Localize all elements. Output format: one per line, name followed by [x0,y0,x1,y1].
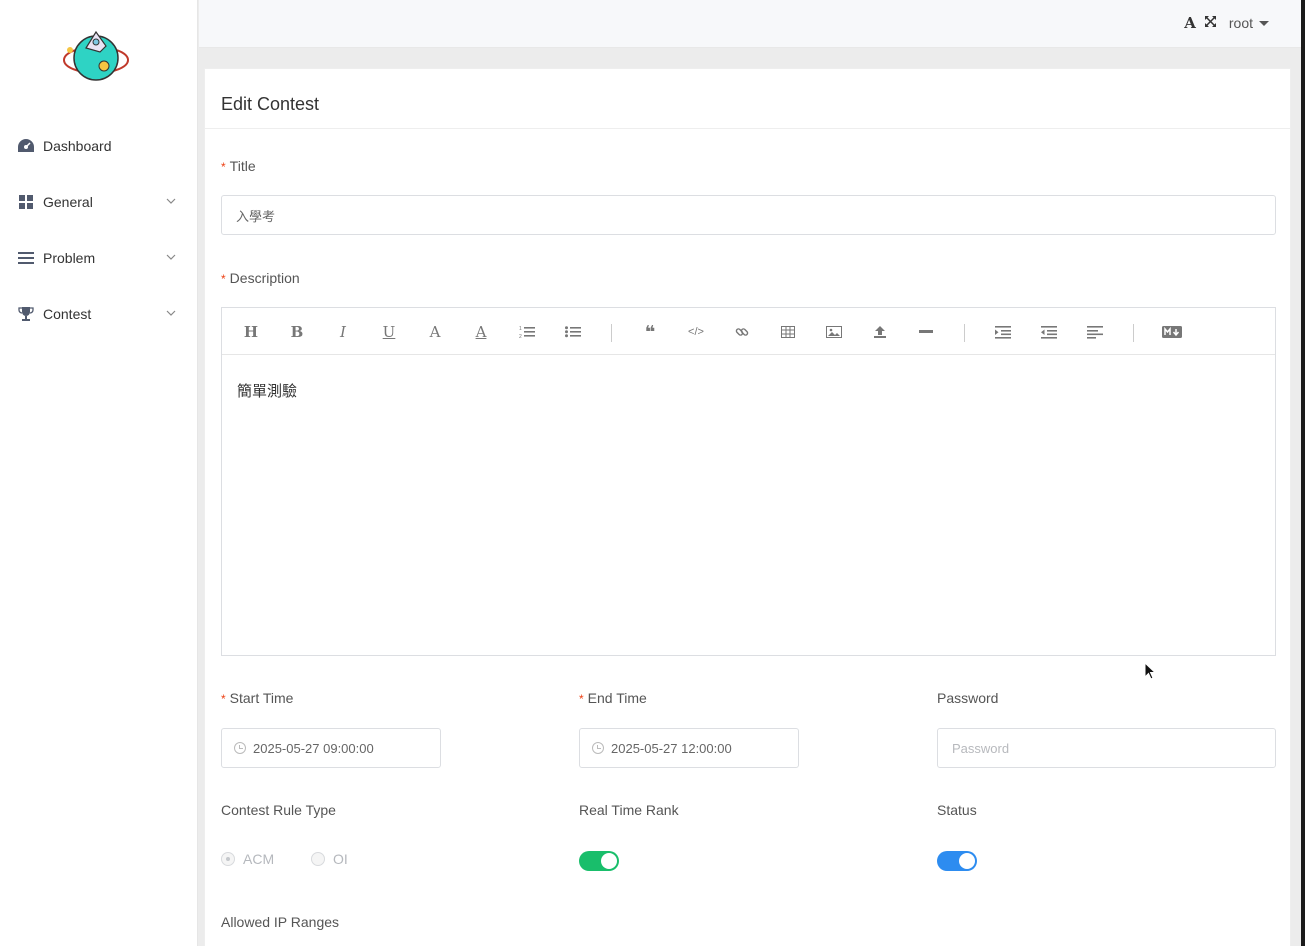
trophy-icon [17,305,35,323]
heading-icon[interactable]: H [241,322,261,342]
sidebar-item-label: Contest [43,306,92,322]
real-time-rank-label: Real Time Rank [579,802,679,818]
real-time-rank-switch[interactable] [579,851,619,871]
ordered-list-icon[interactable]: 12 [517,322,537,342]
edit-contest-card: Edit Contest * Title 入學考 * Description H B… [204,68,1291,946]
unordered-list-icon[interactable] [563,322,583,342]
sidebar-item-contest[interactable]: Contest [0,286,198,342]
header-tools: A root [1184,14,1269,32]
username: root [1228,15,1253,31]
image-icon[interactable] [824,322,844,342]
dashboard-icon [17,137,35,155]
italic-icon[interactable]: I [333,322,353,342]
clock-icon [234,742,246,754]
title-input-value: 入學考 [236,208,276,224]
clock-icon [592,742,604,754]
align-left-icon[interactable] [1085,322,1105,342]
radio-label: ACM [243,851,275,867]
status-label: Status [937,802,977,818]
underline-icon[interactable]: U [379,322,399,342]
grid-icon [17,193,35,211]
font-size-icon[interactable]: A [1184,14,1196,32]
title-divider [205,128,1290,129]
page-title: Edit Contest [221,94,320,114]
window-edge [1301,0,1305,946]
toolbar-separator [1133,324,1134,342]
password-placeholder: Password [952,740,1010,756]
start-time-label: * Start Time [221,690,294,706]
title-label: * Title [221,158,256,174]
required-mark: * [579,692,584,706]
toolbar-separator [964,324,965,342]
toolbar-separator [611,324,612,342]
caret-down-icon [1259,20,1269,26]
end-time-picker[interactable]: 2025-05-27 12:00:00 [579,728,799,768]
chevron-down-icon [166,254,176,260]
radio-unchecked-icon [311,852,325,866]
radio-label: OI [333,851,348,867]
sidebar-item-problem[interactable]: Problem [0,230,198,286]
chevron-down-icon [166,310,176,316]
start-time-value: 2025-05-27 09:00:00 [253,740,374,756]
end-time-label: * End Time [579,690,647,706]
sidebar-item-label: Dashboard [43,138,112,154]
markdown-icon[interactable] [1162,322,1182,342]
editor-content: 簡單測驗 [237,383,298,400]
description-editor[interactable]: H B I U A A 12 ❝ </> 簡單測驗 [221,307,1276,656]
sidebar-item-label: General [43,194,93,210]
allowed-ip-label: Allowed IP Ranges [221,914,340,930]
upload-icon[interactable] [870,322,890,342]
menu-list-icon [17,249,35,267]
indent-icon[interactable] [993,322,1013,342]
quote-icon[interactable]: ❝ [640,322,660,342]
horizontal-rule-icon[interactable] [916,322,936,342]
description-label: * Description [221,270,300,286]
radio-acm[interactable]: ACM [221,851,274,867]
password-label: Password [937,690,999,706]
title-input[interactable]: 入學考 [221,195,1276,235]
table-icon[interactable] [778,322,798,342]
font-color-icon[interactable]: A [425,322,445,342]
required-mark: * [221,160,226,174]
background-color-icon[interactable]: A [471,322,491,342]
status-switch[interactable] [937,851,977,871]
sidebar-item-label: Problem [43,250,96,266]
sidebar: Dashboard General Problem Contest [0,0,198,946]
top-header: A root [199,0,1305,48]
mouse-cursor-icon [1144,662,1157,680]
required-mark: * [221,692,226,706]
switch-knob [601,853,617,869]
password-input[interactable]: Password [937,728,1276,768]
sidebar-item-dashboard[interactable]: Dashboard [0,118,198,174]
app-logo[interactable] [62,28,130,84]
required-mark: * [221,272,226,286]
bold-icon[interactable]: B [287,322,307,342]
user-menu[interactable]: root [1229,15,1269,31]
link-icon[interactable] [732,322,752,342]
radio-oi[interactable]: OI [311,851,348,867]
rule-type-label: Contest Rule Type [221,802,336,818]
svg-text:1: 1 [519,326,522,332]
radio-checked-icon [221,852,235,866]
end-time-value: 2025-05-27 12:00:00 [611,740,732,756]
outdent-icon[interactable] [1039,322,1059,342]
switch-knob [959,853,975,869]
sidebar-item-general[interactable]: General [0,174,198,230]
editor-toolbar: H B I U A A 12 ❝ </> [222,308,1275,355]
code-icon[interactable]: </> [686,322,706,342]
fullscreen-icon[interactable] [1204,15,1217,31]
chevron-down-icon [166,198,176,204]
svg-text:2: 2 [519,334,522,339]
start-time-picker[interactable]: 2025-05-27 09:00:00 [221,728,441,768]
